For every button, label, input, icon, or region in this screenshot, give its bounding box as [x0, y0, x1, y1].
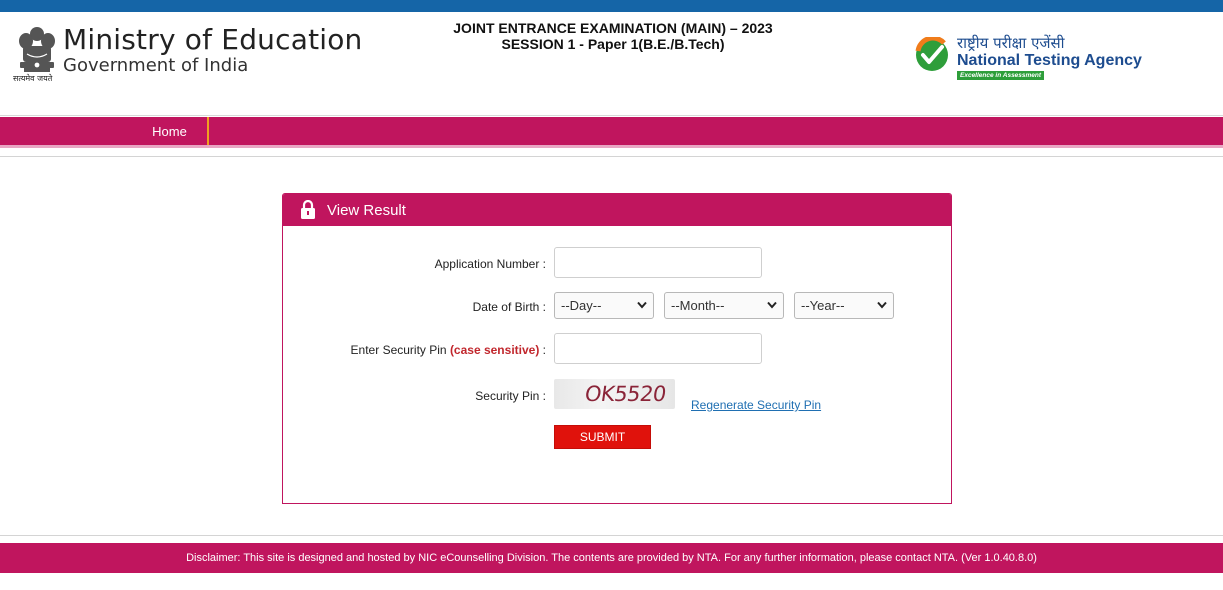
dob-label: Date of Birth : — [472, 300, 546, 314]
footer-disclaimer: Disclaimer: This site is designed and ho… — [0, 543, 1223, 573]
panel-title: View Result — [327, 202, 406, 219]
dob-month-select[interactable]: --Month-- — [664, 292, 784, 319]
nta-hindi-name: राष्ट्रीय परीक्षा एजेंसी — [957, 34, 1065, 52]
emblem-caption: सत्यमेव जयते — [13, 74, 53, 83]
regenerate-security-pin-link[interactable]: Regenerate Security Pin — [691, 398, 821, 412]
footer-divider — [0, 535, 1223, 536]
nav-divider — [0, 156, 1223, 157]
exam-title-line1: JOINT ENTRANCE EXAMINATION (MAIN) – 2023 — [453, 20, 773, 36]
security-pin-label: Enter Security Pin (case sensitive) : — [351, 343, 546, 357]
nta-english-name: National Testing Agency — [957, 52, 1142, 69]
captcha-label: Security Pin : — [475, 389, 546, 403]
nta-tagline: Excellence in Assessment — [957, 71, 1045, 80]
chevron-down-icon — [877, 301, 887, 309]
view-result-panel: View Result Application Number : Date of… — [282, 193, 952, 504]
captcha-image: OK5520 — [554, 379, 675, 409]
panel-header: View Result — [283, 194, 951, 226]
lock-icon — [301, 200, 315, 219]
dob-month-value: --Month-- — [671, 298, 725, 313]
application-number-label: Application Number : — [434, 257, 546, 271]
dob-day-select[interactable]: --Day-- — [554, 292, 654, 319]
security-pin-label-text: Enter Security Pin — [350, 343, 447, 357]
dob-year-select[interactable]: --Year-- — [794, 292, 894, 319]
case-sensitive-note: (case sensitive) — [449, 343, 540, 357]
site-header: सत्यमेव जयते Ministry of Education Gover… — [0, 12, 1223, 116]
ministry-title: Ministry of Education — [63, 23, 363, 56]
chevron-down-icon — [637, 301, 647, 309]
application-number-input[interactable] — [554, 247, 762, 278]
main-navbar: Home — [0, 117, 1223, 148]
nta-checkmark-logo-icon — [915, 37, 948, 71]
security-pin-label-colon: : — [539, 343, 546, 357]
submit-button[interactable]: SUBMIT — [554, 425, 651, 449]
dob-day-value: --Day-- — [561, 298, 602, 313]
nav-home-link[interactable]: Home — [132, 117, 209, 145]
security-pin-input[interactable] — [554, 333, 762, 364]
top-blue-strip — [0, 0, 1223, 12]
exam-title-line2: SESSION 1 - Paper 1(B.E./B.Tech) — [501, 36, 725, 52]
captcha-text: OK5520 — [583, 382, 668, 406]
chevron-down-icon — [767, 301, 777, 309]
exam-title: JOINT ENTRANCE EXAMINATION (MAIN) – 2023… — [413, 20, 813, 52]
dob-year-value: --Year-- — [801, 298, 845, 313]
ministry-subtitle: Government of India — [63, 55, 249, 76]
